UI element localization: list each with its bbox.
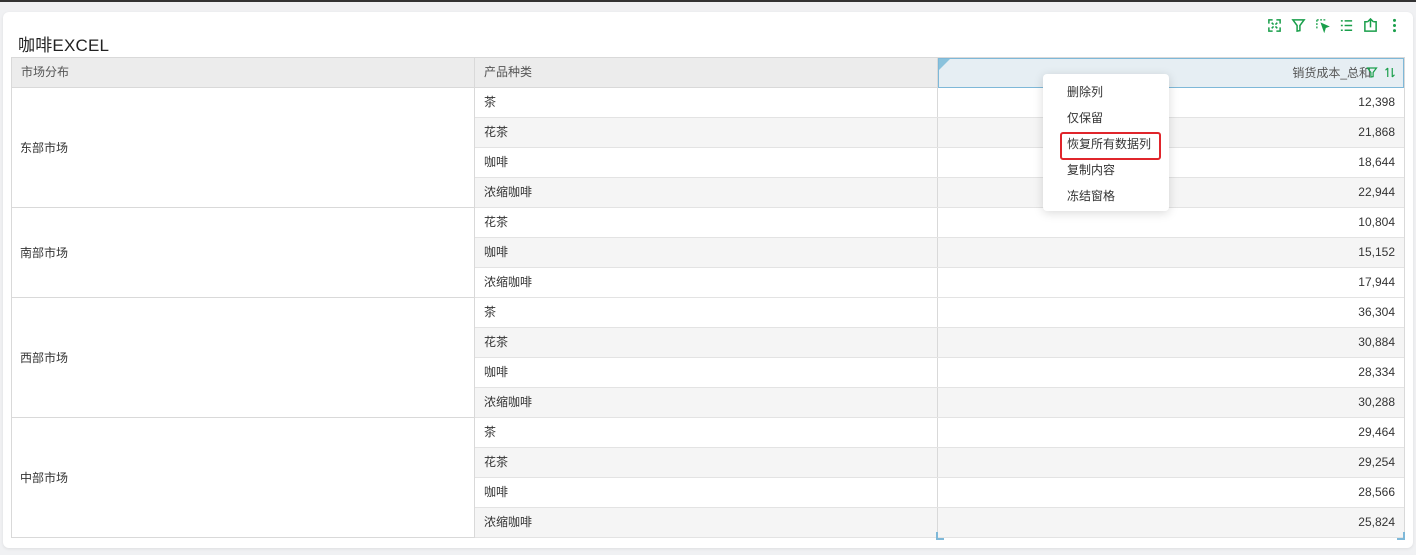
cost-cell[interactable]: 17,944	[938, 268, 1404, 297]
table-row[interactable]: 浓缩咖啡 30,288	[475, 388, 1404, 418]
window-top-border	[0, 0, 1416, 2]
column-filter-icon[interactable]	[1365, 65, 1378, 80]
filter-icon[interactable]	[1290, 17, 1307, 34]
product-cell[interactable]: 咖啡	[475, 148, 938, 177]
table-header: 市场分布 产品种类 销货成本_总和	[12, 58, 1404, 88]
table-row[interactable]: 茶 36,304	[475, 298, 1404, 328]
cost-cell[interactable]: 18,644	[938, 148, 1404, 177]
product-cell[interactable]: 花茶	[475, 328, 938, 357]
product-cell[interactable]: 咖啡	[475, 478, 938, 507]
table-row[interactable]: 咖啡 28,334	[475, 358, 1404, 388]
table-row[interactable]: 花茶 29,254	[475, 448, 1404, 478]
table-widget: 咖啡EXCEL 市场分布 产品种类 销货成本_总和 东部市场茶 12,398 花茶 2…	[3, 12, 1413, 548]
region-cell[interactable]: 中部市场	[12, 418, 475, 538]
cost-cell[interactable]: 10,804	[938, 208, 1404, 237]
region-cell[interactable]: 南部市场	[12, 208, 475, 298]
list-icon[interactable]	[1338, 17, 1355, 34]
cost-cell[interactable]: 29,254	[938, 448, 1404, 477]
table-row[interactable]: 花茶 10,804	[475, 208, 1404, 238]
menu-delete-column[interactable]: 删除列	[1043, 79, 1169, 105]
header-cost-sum-label: 销货成本_总和	[1292, 66, 1371, 80]
region-cell[interactable]: 东部市场	[12, 88, 475, 208]
sort-icon[interactable]	[1383, 65, 1396, 80]
header-market[interactable]: 市场分布	[12, 58, 475, 87]
table-row[interactable]: 茶 29,464	[475, 418, 1404, 448]
pivot-table: 市场分布 产品种类 销货成本_总和 东部市场茶 12,398 花茶 21,868 咖啡 1…	[11, 57, 1405, 538]
menu-keep-only[interactable]: 仅保留	[1043, 105, 1169, 131]
cost-cell[interactable]: 28,334	[938, 358, 1404, 387]
cost-cell[interactable]: 30,288	[938, 388, 1404, 417]
table-row[interactable]: 咖啡 18,644	[475, 148, 1404, 178]
cost-cell[interactable]: 30,884	[938, 328, 1404, 357]
product-cell[interactable]: 浓缩咖啡	[475, 178, 938, 207]
product-cell[interactable]: 花茶	[475, 448, 938, 477]
cost-cell[interactable]: 28,566	[938, 478, 1404, 507]
table-row[interactable]: 花茶 21,868	[475, 118, 1404, 148]
table-row[interactable]: 花茶 30,884	[475, 328, 1404, 358]
widget-toolbar	[1266, 14, 1403, 36]
table-row[interactable]: 浓缩咖啡 17,944	[475, 268, 1404, 298]
table-row[interactable]: 咖啡 15,152	[475, 238, 1404, 268]
product-cell[interactable]: 花茶	[475, 118, 938, 147]
menu-copy-content[interactable]: 复制内容	[1043, 157, 1169, 183]
context-menu: 删除列 仅保留 恢复所有数据列 复制内容 冻结窗格	[1043, 74, 1169, 211]
table-row[interactable]: 咖啡 28,566	[475, 478, 1404, 508]
menu-freeze-panes[interactable]: 冻结窗格	[1043, 183, 1169, 209]
product-cell[interactable]: 浓缩咖啡	[475, 508, 938, 537]
product-cell[interactable]: 茶	[475, 418, 938, 447]
cost-cell[interactable]: 22,944	[938, 178, 1404, 207]
cost-cell[interactable]: 29,464	[938, 418, 1404, 447]
region-cell[interactable]: 西部市场	[12, 298, 475, 418]
cost-cell[interactable]: 12,398	[938, 88, 1404, 117]
cost-cell[interactable]: 36,304	[938, 298, 1404, 327]
selection-corner	[936, 532, 944, 540]
selection-corner	[1397, 532, 1405, 540]
select-icon[interactable]	[1314, 17, 1331, 34]
export-icon[interactable]	[1362, 17, 1379, 34]
more-icon[interactable]	[1386, 17, 1403, 34]
product-cell[interactable]: 花茶	[475, 208, 938, 237]
header-cost-sum[interactable]: 销货成本_总和	[938, 58, 1404, 88]
cost-cell[interactable]: 21,868	[938, 118, 1404, 147]
fullscreen-icon[interactable]	[1266, 17, 1283, 34]
product-cell[interactable]: 咖啡	[475, 238, 938, 267]
cost-cell[interactable]: 25,824	[938, 508, 1404, 537]
product-cell[interactable]: 茶	[475, 298, 938, 327]
widget-title: 咖啡EXCEL	[18, 36, 110, 55]
product-cell[interactable]: 茶	[475, 88, 938, 117]
product-cell[interactable]: 浓缩咖啡	[475, 268, 938, 297]
table-row[interactable]: 茶 12,398	[475, 88, 1404, 118]
product-cell[interactable]: 浓缩咖啡	[475, 388, 938, 417]
header-product[interactable]: 产品种类	[475, 58, 938, 87]
menu-restore-all-columns[interactable]: 恢复所有数据列	[1043, 131, 1169, 160]
product-cell[interactable]: 咖啡	[475, 358, 938, 387]
table-row[interactable]: 浓缩咖啡 22,944	[475, 178, 1404, 208]
cost-cell[interactable]: 15,152	[938, 238, 1404, 267]
